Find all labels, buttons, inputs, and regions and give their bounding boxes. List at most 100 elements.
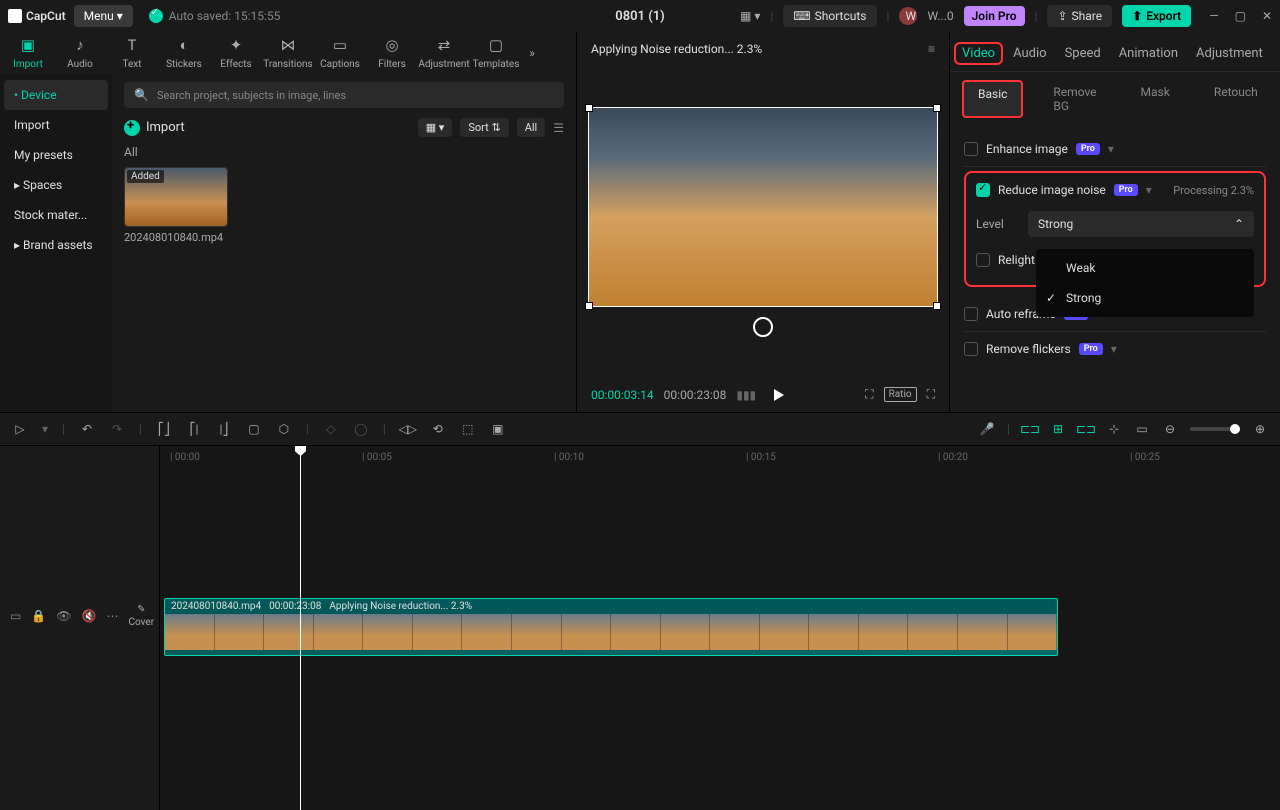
- track-icon[interactable]: ▭: [1134, 421, 1150, 437]
- play-button[interactable]: [774, 389, 784, 401]
- enhance-icon[interactable]: ▣: [490, 421, 506, 437]
- close-icon[interactable]: ✕: [1262, 9, 1272, 23]
- checkbox[interactable]: [964, 142, 978, 156]
- inspector-tab-speed[interactable]: Speed: [1063, 40, 1103, 71]
- tool-tab-audio[interactable]: ♪Audio: [54, 36, 106, 70]
- inspector-tab-animation[interactable]: Animation: [1117, 40, 1180, 71]
- tool-tab-adjustment[interactable]: ⇄Adjustment: [418, 36, 470, 70]
- mute-icon[interactable]: 🔇: [82, 609, 97, 623]
- cover-button[interactable]: ✎ Cover: [128, 604, 154, 628]
- video-canvas[interactable]: [588, 107, 938, 307]
- tool-tab-captions[interactable]: ▭Captions: [314, 36, 366, 70]
- tool-tab-text[interactable]: TText: [106, 36, 158, 70]
- filter-all-button[interactable]: All: [517, 118, 546, 137]
- inspector-tab-adjustment[interactable]: Adjustment: [1194, 40, 1265, 71]
- sub-tab-basic[interactable]: Basic: [962, 80, 1023, 118]
- menu-button[interactable]: Menu ▾: [74, 5, 133, 27]
- search-input[interactable]: 🔍 Search project, subjects in image, lin…: [124, 82, 564, 108]
- timeline-tracks[interactable]: | 00:00| 00:05| 00:10| 00:15| 00:20| 00:…: [160, 446, 1280, 810]
- share-button[interactable]: ⇪ Share: [1047, 5, 1112, 27]
- chevron-down-icon[interactable]: ▾: [1111, 342, 1117, 356]
- redo-icon[interactable]: ↷: [109, 421, 125, 437]
- marker-icon[interactable]: ◇: [323, 421, 339, 437]
- tool-tab-templates[interactable]: ▢Templates: [470, 36, 522, 70]
- level-dropdown[interactable]: Strong ⌃: [1028, 211, 1254, 237]
- align-icon[interactable]: ⊹: [1106, 421, 1122, 437]
- sidebar-item-device[interactable]: • Device: [4, 80, 108, 110]
- layout-icon[interactable]: ▦ ▾: [740, 9, 760, 23]
- shortcuts-button[interactable]: ⌨ Shortcuts: [783, 5, 876, 27]
- undo-icon[interactable]: ↶: [79, 421, 95, 437]
- crop-icon[interactable]: ⬚: [460, 421, 476, 437]
- more-icon[interactable]: ⋯: [106, 609, 118, 623]
- magnet3-icon[interactable]: ⊏⊐: [1078, 421, 1094, 437]
- more-tools-icon[interactable]: »: [522, 36, 542, 70]
- inspector-tab-audio[interactable]: Audio: [1011, 40, 1048, 71]
- media-thumb[interactable]: Added 202408010840.mp4: [124, 167, 228, 244]
- chevron-down-icon[interactable]: ▾: [1146, 183, 1152, 197]
- menu-icon[interactable]: ≡: [928, 42, 935, 56]
- zoom-out-icon[interactable]: ⊖: [1162, 421, 1178, 437]
- tool-tab-stickers[interactable]: ◐Stickers: [158, 36, 210, 70]
- sub-tab-retouch[interactable]: Retouch: [1200, 80, 1272, 118]
- checkbox[interactable]: [976, 253, 990, 267]
- zoom-in-icon[interactable]: ⊕: [1252, 421, 1268, 437]
- view-grid-button[interactable]: ▦ ▾: [418, 118, 453, 137]
- checkbox[interactable]: [976, 183, 990, 197]
- magnet2-icon[interactable]: ⊞: [1050, 421, 1066, 437]
- sub-tab-remove-bg[interactable]: Remove BG: [1039, 80, 1110, 118]
- inspector-tab-video[interactable]: Video: [960, 40, 997, 71]
- tool-tab-import[interactable]: ▣Import: [2, 36, 54, 70]
- tool-tab-filters[interactable]: ◎Filters: [366, 36, 418, 70]
- sidebar-item-brandassets[interactable]: ▸ Brand assets: [4, 230, 108, 260]
- option-weak[interactable]: Weak: [1036, 253, 1254, 283]
- checkbox[interactable]: [964, 342, 978, 356]
- option-strong[interactable]: Strong: [1036, 283, 1254, 313]
- chevron-down-icon[interactable]: ▾: [42, 422, 48, 436]
- import-label[interactable]: Import: [146, 120, 185, 135]
- mirror-icon[interactable]: ◁▷: [400, 421, 416, 437]
- lock-icon[interactable]: 🔒: [31, 609, 46, 623]
- mic-icon[interactable]: 🎤: [979, 421, 995, 437]
- rotate-icon[interactable]: ⟲: [430, 421, 446, 437]
- split-left-icon[interactable]: ⎡|: [186, 421, 202, 437]
- split-right-icon[interactable]: |⎦: [216, 421, 232, 437]
- magnet1-icon[interactable]: ⊏⊐: [1022, 421, 1038, 437]
- maximize-icon[interactable]: ▢: [1235, 9, 1246, 23]
- shield-icon[interactable]: ⬡: [276, 421, 292, 437]
- plus-icon[interactable]: [124, 120, 140, 136]
- dropdown-menu: Weak Strong: [1036, 249, 1254, 317]
- columns-icon[interactable]: ▮▮▮: [736, 388, 756, 402]
- refresh-icon[interactable]: [753, 317, 773, 337]
- zoom-slider[interactable]: [1190, 427, 1240, 431]
- workspace-button[interactable]: W: [899, 7, 917, 25]
- join-pro-button[interactable]: Join Pro: [964, 6, 1025, 26]
- pointer-icon[interactable]: ▷: [12, 421, 28, 437]
- sidebar-item-spaces[interactable]: ▸ Spaces: [4, 170, 108, 200]
- playhead[interactable]: [300, 446, 301, 810]
- enhance-row[interactable]: Enhance image Pro ▾: [964, 132, 1266, 167]
- pro-badge: Pro: [1079, 343, 1103, 355]
- minimize-icon[interactable]: —: [1209, 9, 1218, 23]
- checkbox[interactable]: [964, 307, 978, 321]
- export-button[interactable]: ⬆ Export: [1122, 5, 1191, 27]
- sub-tab-mask[interactable]: Mask: [1127, 80, 1184, 118]
- circle-icon[interactable]: ◯: [353, 421, 369, 437]
- split-icon[interactable]: ⎡⎦: [156, 421, 172, 437]
- sidebar-item-mypresets[interactable]: My presets: [4, 140, 108, 170]
- fullscreen-icon[interactable]: ⛶: [927, 387, 935, 402]
- scan-icon[interactable]: ⛶: [865, 387, 873, 402]
- filter-icon[interactable]: ☰: [553, 121, 564, 135]
- ratio-button[interactable]: Ratio: [884, 387, 917, 402]
- delete-icon[interactable]: ▢: [246, 421, 262, 437]
- video-clip[interactable]: 202408010840.mp4 00:00:23:08 Applying No…: [164, 598, 1058, 656]
- sort-button[interactable]: Sort ⇅: [460, 118, 508, 137]
- sidebar-item-import[interactable]: Import: [4, 110, 108, 140]
- sidebar-item-stockmater[interactable]: Stock mater...: [4, 200, 108, 230]
- collapse-icon[interactable]: ▭: [10, 609, 21, 623]
- chevron-down-icon[interactable]: ▾: [1108, 142, 1114, 156]
- tool-tab-transitions[interactable]: ⋈Transitions: [262, 36, 314, 70]
- flickers-row[interactable]: Remove flickers Pro ▾: [964, 332, 1266, 366]
- eye-icon[interactable]: 👁: [56, 609, 71, 623]
- tool-tab-effects[interactable]: ✦Effects: [210, 36, 262, 70]
